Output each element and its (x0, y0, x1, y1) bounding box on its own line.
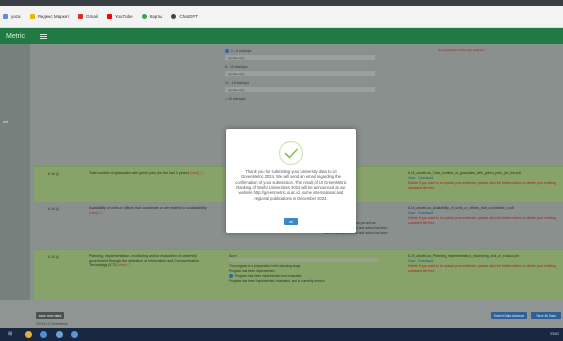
save-new-data-button[interactable]: save new data (36, 312, 64, 319)
menu-icon[interactable] (40, 33, 48, 39)
chrome-icon[interactable] (25, 331, 32, 338)
table-row: 6.20 (i) Planning, implementation, monit… (34, 249, 563, 304)
bookmark-icon (3, 14, 8, 19)
browser-icon[interactable] (40, 331, 47, 338)
choice-bar (229, 258, 379, 262)
chatgpt-icon (171, 14, 177, 19)
question-number: 6.16 (i) (48, 172, 60, 176)
delete-button[interactable]: Delete (408, 216, 418, 220)
language-indicator[interactable]: ENG (550, 331, 559, 336)
bookmarks-bar: yaza Яндекс Маркет Gmail YouTube Карты C… (0, 6, 563, 28)
download-button[interactable]: Download (418, 176, 433, 180)
ok-button[interactable]: ok (284, 218, 298, 225)
delete-button[interactable]: Delete (408, 181, 418, 185)
not-applicable-note: Not applicable of the user selection (438, 48, 485, 52)
option-1[interactable]: 1 - 5 startups (225, 48, 375, 54)
option-2[interactable]: 6 - 10 startups (225, 64, 375, 70)
map-pin-icon (141, 14, 147, 19)
reupload-note: If you want to re-upload your evidence, … (408, 216, 556, 226)
app-brand: Metric (6, 32, 26, 40)
reupload-note: If you want to re-upload your evidence, … (408, 264, 556, 274)
dialog-message: Thank you for submitting your university… (235, 169, 347, 201)
ict-options: None The program is a preparation in the… (229, 253, 379, 283)
bookmark-gmail[interactable]: Gmail (78, 14, 98, 19)
explorer-icon[interactable] (56, 331, 63, 338)
radio-selected-icon[interactable] (225, 49, 229, 53)
gmail-icon (78, 14, 84, 19)
submission-success-dialog: Thank you for submitting your university… (226, 129, 356, 233)
bookmark-yaza[interactable]: yaza (3, 14, 21, 19)
option-1-input[interactable]: number only (225, 55, 375, 60)
copyright: ©2024 UI GreenMetric (36, 322, 68, 326)
bookmark-youtube[interactable]: YouTube (106, 14, 133, 19)
sidebar-item-dashboard[interactable]: ard (3, 120, 8, 124)
bookmark-chatgpt[interactable]: ChatGPT (171, 14, 198, 19)
delete-button[interactable]: Delete (408, 264, 418, 268)
choice-revised[interactable]: Program has been implemented, evaluated,… (229, 278, 379, 283)
save-all-button[interactable]: Save All Data (531, 312, 561, 319)
sidebar: ard (0, 44, 30, 328)
question-text: Availability of units or offices that co… (89, 206, 207, 215)
taskbar: ⊞ ENG (0, 328, 563, 341)
download-button[interactable]: Download (418, 211, 433, 215)
option-3[interactable]: 11 - 15 startups (225, 80, 375, 86)
startup-options: 1 - 5 startups number only 6 - 10 startu… (225, 48, 375, 102)
question-text: Planning, implementation, monitoring and… (89, 254, 200, 268)
question-number: 6.16 (i) (48, 207, 60, 211)
evidence-file: 6.15_uniwlis.ss_Availability_of_units_or… (408, 206, 558, 226)
question-text: Total number of graduates with green job… (89, 171, 204, 175)
view-button[interactable]: View (408, 259, 415, 263)
youtube-icon (106, 14, 112, 19)
view-link[interactable]: [view] ⓘ (89, 211, 103, 215)
evidence-file: 6.20_uniwlis.ss_Planning_implementation_… (408, 254, 558, 274)
question-number: 6.20 (i) (48, 255, 60, 259)
radio-selected-icon[interactable] (229, 273, 233, 278)
submit-data-button[interactable]: Submit Data Advance (491, 312, 527, 319)
windows-start-icon[interactable]: ⊞ (8, 332, 14, 337)
view-link[interactable]: [view] ⓘ (117, 263, 131, 267)
reupload-note: If you want to re-upload your evidence, … (408, 181, 556, 191)
app-icon[interactable] (71, 331, 78, 338)
view-link[interactable]: [view] ⓘ (190, 171, 204, 175)
market-icon (29, 14, 35, 19)
download-button[interactable]: Download (418, 259, 433, 263)
view-button[interactable]: View (408, 176, 415, 180)
view-button[interactable]: View (408, 211, 415, 215)
page-footer: save new data Submit Data Advance Save A… (0, 300, 563, 328)
bookmark-maps[interactable]: Карты (141, 14, 162, 19)
option-2-input[interactable]: number only (225, 71, 375, 76)
evidence-file: 6.16_uniwlis.ss_Total_number_of_graduate… (408, 171, 558, 191)
app-header: Metric (0, 28, 563, 44)
bookmark-market[interactable]: Яндекс Маркет (29, 14, 69, 19)
option-3-input[interactable]: number only (225, 87, 375, 92)
option-4[interactable]: > 15 startups (225, 96, 375, 102)
success-check-icon (278, 140, 304, 166)
